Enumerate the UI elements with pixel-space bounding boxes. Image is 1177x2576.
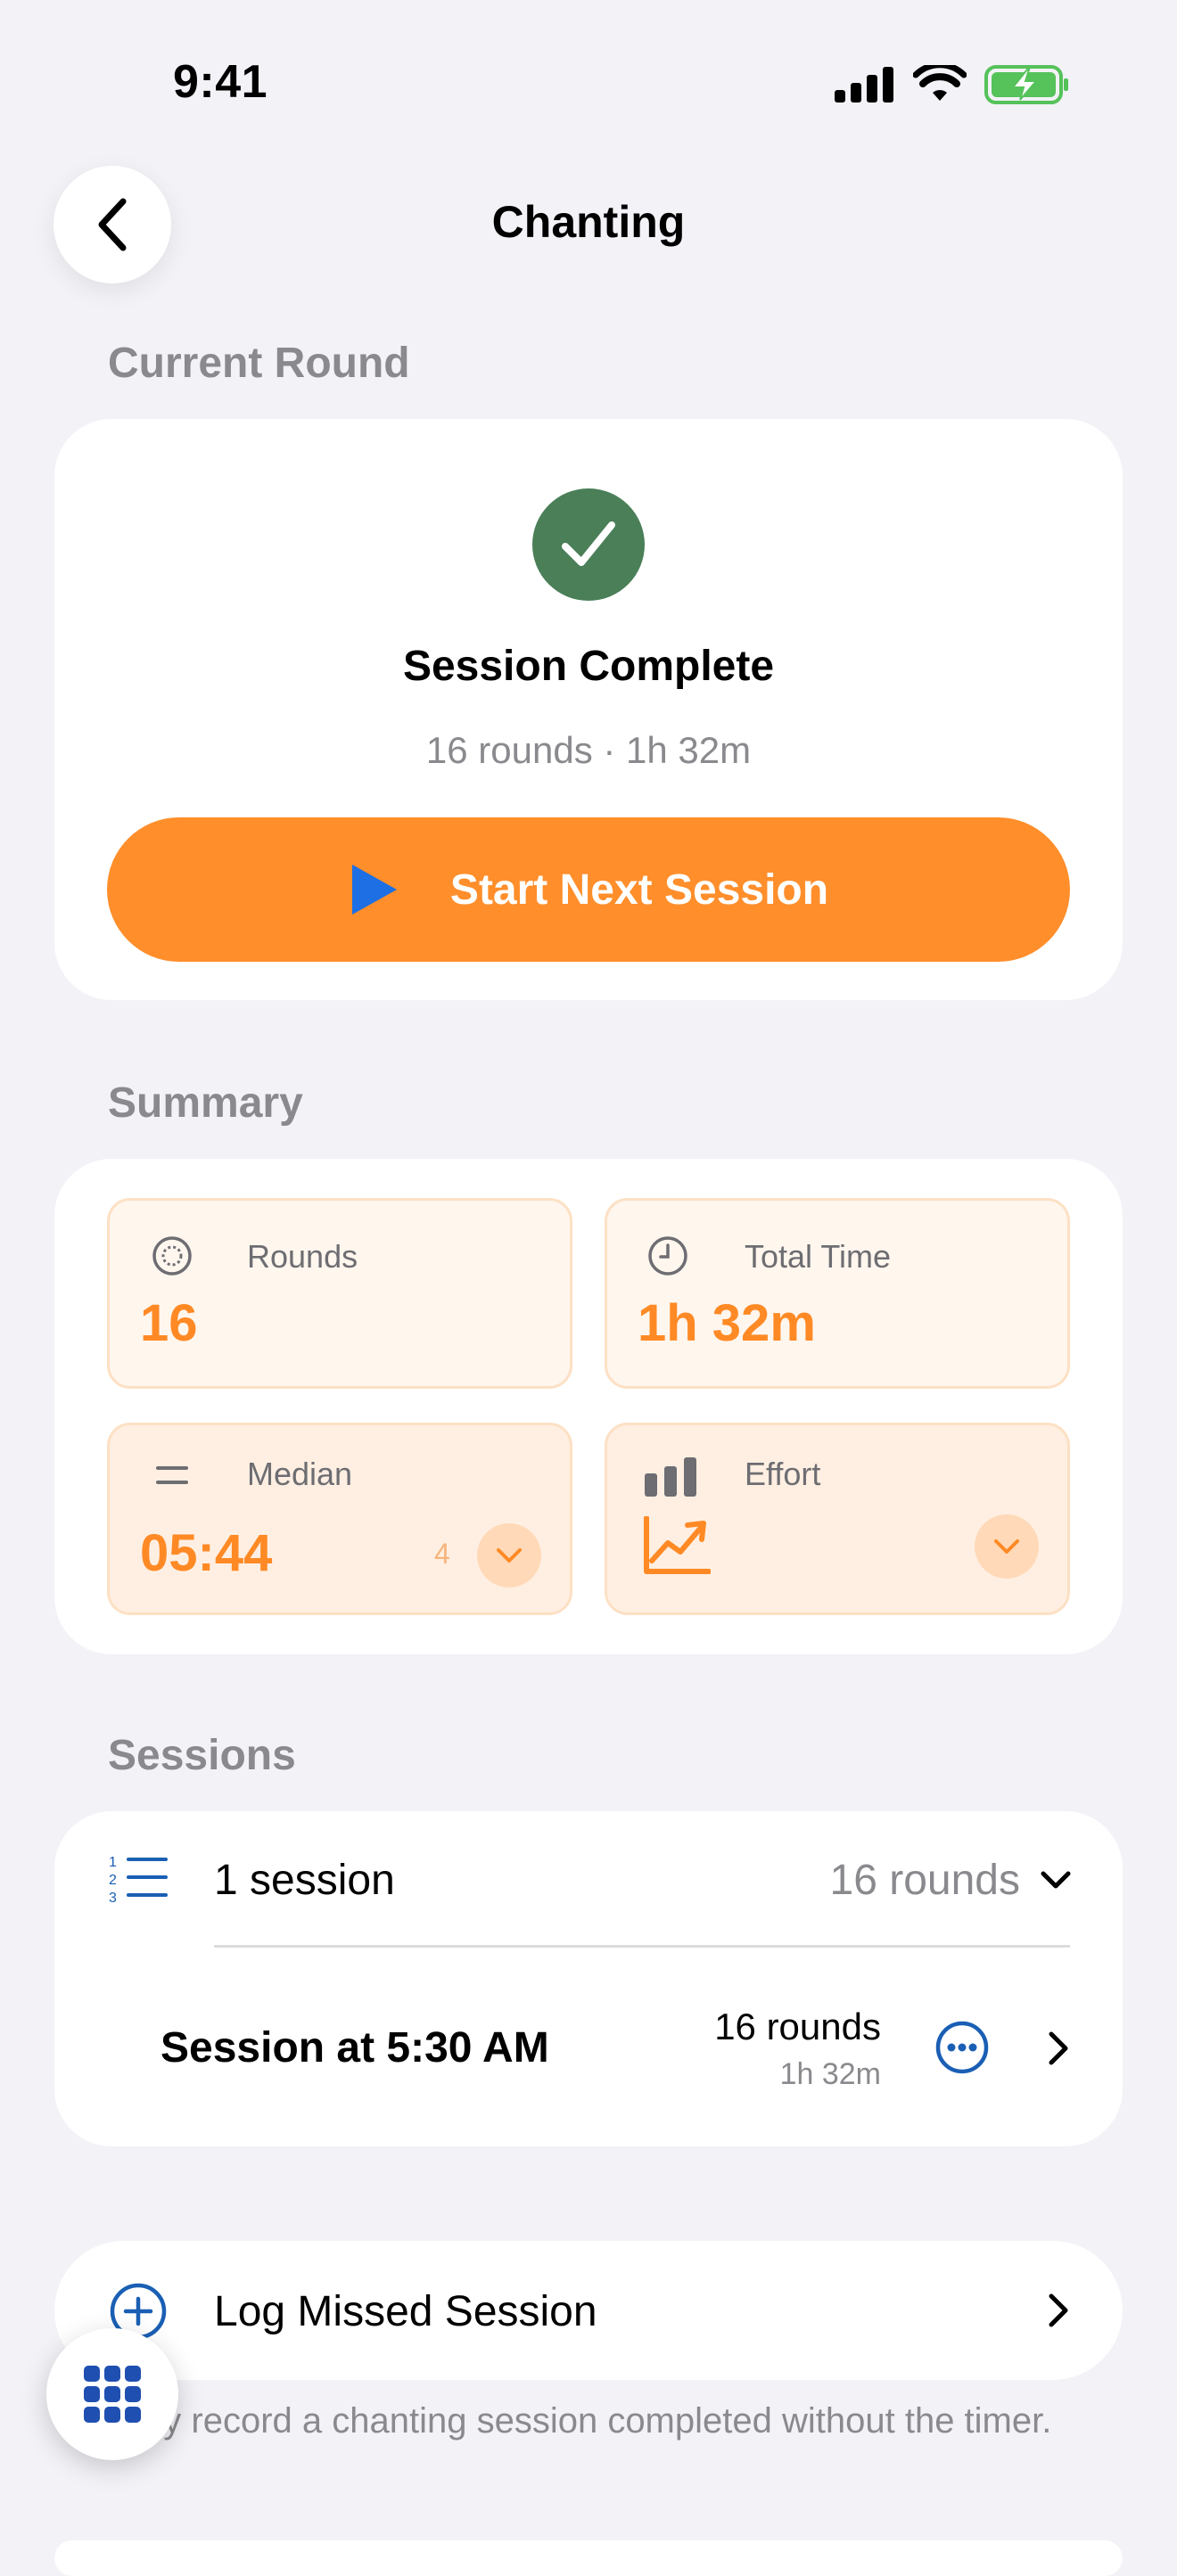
- sessions-group-rounds: 16 rounds: [829, 1857, 1021, 1904]
- more-options-icon[interactable]: [934, 2020, 990, 2075]
- log-missed-session-note: ually record a chanting session complete…: [108, 2401, 1052, 2441]
- next-card-edge: [54, 2540, 1123, 2576]
- summary-header: Summary: [108, 1079, 303, 1127]
- rounds-value: 16: [140, 1294, 198, 1352]
- session-item-rounds: 16 rounds: [714, 2006, 881, 2047]
- page-title: Chanting: [491, 197, 686, 247]
- start-next-session-label: Start Next Session: [449, 866, 829, 914]
- equals-icon: [156, 1466, 188, 1484]
- chevron-down-icon: [497, 1548, 522, 1563]
- effort-expand-button[interactable]: [975, 1514, 1039, 1579]
- effort-label: Effort: [745, 1456, 821, 1492]
- effort-tile[interactable]: Effort: [605, 1423, 1070, 1615]
- rounds-tile: Rounds 16: [107, 1198, 572, 1389]
- session-item-duration: 1h 32m: [779, 2057, 881, 2091]
- median-expand-button[interactable]: [477, 1523, 541, 1587]
- cellular-signal-icon: [835, 67, 893, 103]
- trend-up-icon: [644, 1516, 711, 1574]
- total-time-value: 1h 32m: [638, 1294, 816, 1352]
- sessions-header: Sessions: [108, 1732, 296, 1779]
- median-tile[interactable]: Median 05:44 4: [107, 1423, 572, 1615]
- sessions-group-label[interactable]: 1 session: [214, 1856, 395, 1905]
- total-time-tile: Total Time 1h 32m: [605, 1198, 1070, 1389]
- status-icons: [835, 64, 1070, 105]
- chevron-down-icon[interactable]: [1040, 1870, 1072, 1891]
- total-time-label: Total Time: [745, 1238, 892, 1275]
- chevron-down-icon: [994, 1539, 1019, 1554]
- status-time: 9:41: [173, 56, 268, 108]
- start-next-session-button[interactable]: Start Next Session: [107, 817, 1070, 962]
- session-item-title[interactable]: Session at 5:30 AM: [160, 2023, 549, 2072]
- session-complete-title: Session Complete: [402, 643, 775, 690]
- rounds-circle-icon: [152, 1236, 192, 1276]
- log-missed-session-label: Log Missed Session: [214, 2288, 597, 2335]
- checkmark-icon: [532, 488, 645, 601]
- rounds-label: Rounds: [247, 1238, 358, 1275]
- svg-text:2: 2: [109, 1873, 117, 1888]
- svg-text:3: 3: [109, 1891, 117, 1906]
- chevron-right-icon: [1049, 2293, 1068, 2327]
- session-complete-subtitle: 16 rounds · 1h 32m: [425, 729, 752, 771]
- numbered-list-icon: 1 2 3: [109, 1855, 168, 1906]
- grid-icon: [84, 2366, 141, 2423]
- sessions-divider: [214, 1945, 1070, 1948]
- median-count-badge: 4: [434, 1538, 450, 1570]
- current-round-header: Current Round: [108, 340, 410, 387]
- clock-icon: [648, 1236, 687, 1276]
- median-value: 05:44: [140, 1524, 273, 1582]
- grid-menu-button[interactable]: [46, 2328, 178, 2460]
- battery-charging-icon: [984, 65, 1068, 104]
- wifi-icon: [913, 65, 967, 101]
- bar-chart-icon: [645, 1457, 696, 1497]
- play-icon: [351, 865, 397, 915]
- svg-text:1: 1: [109, 1855, 117, 1870]
- chevron-right-icon[interactable]: [1047, 2030, 1070, 2066]
- median-label: Median: [247, 1456, 353, 1492]
